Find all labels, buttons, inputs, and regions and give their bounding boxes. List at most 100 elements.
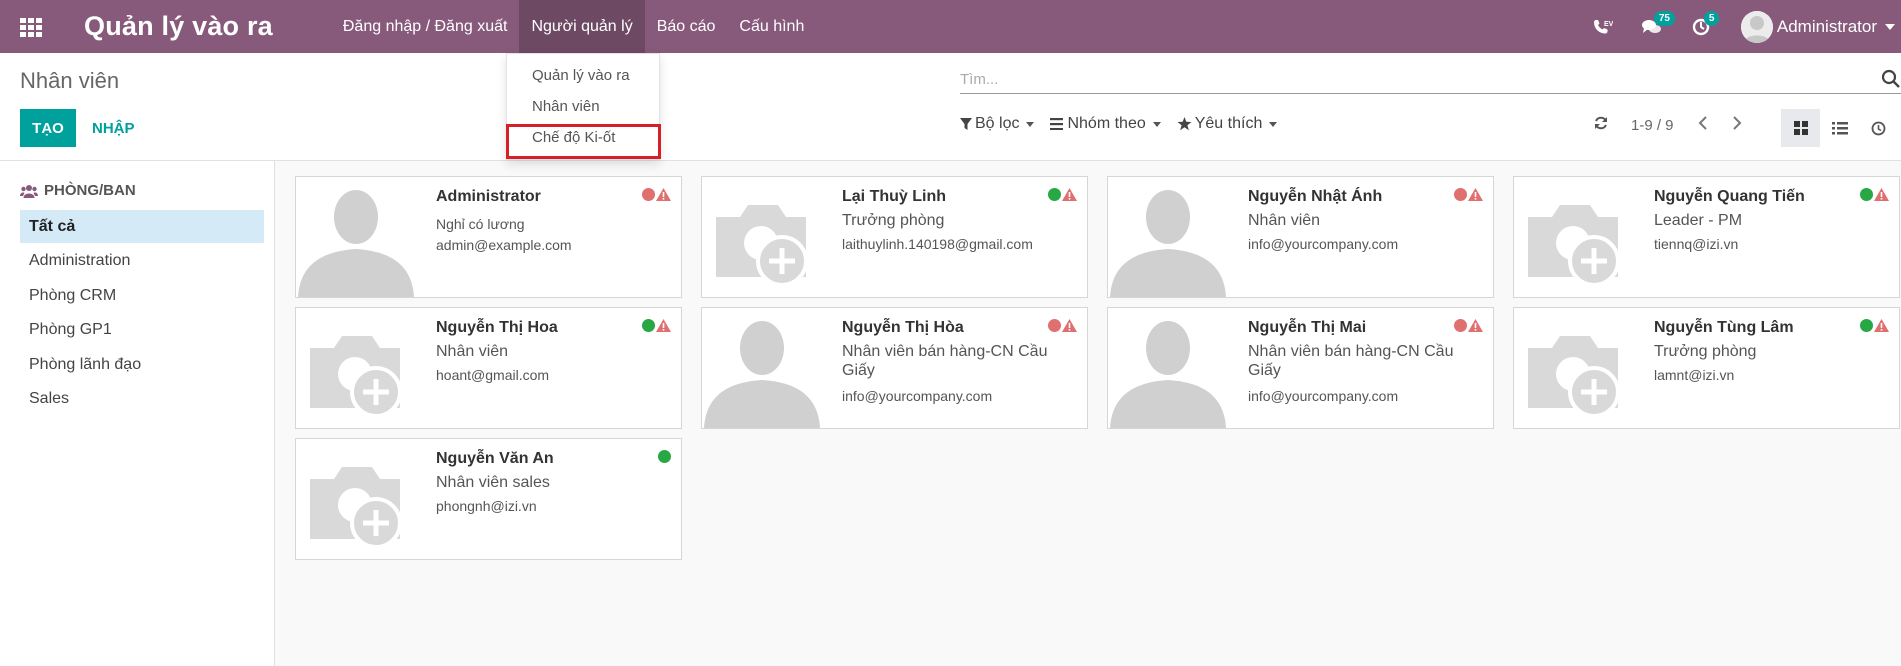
employee-name: Nguyễn Thị Hòa [842,319,964,336]
presence-dot-icon [642,319,655,332]
view-switcher [1781,109,1898,147]
employee-email: info@yourcompany.com [842,388,993,404]
menu-manager[interactable]: Người quản lý [519,0,645,53]
search-bar [960,66,1901,94]
employee-status [642,188,671,201]
warning-icon [656,188,671,201]
employee-photo [1108,177,1228,297]
pager-value[interactable]: 1-9 / 9 [1631,117,1674,134]
bars-icon [1050,118,1064,130]
refresh-icon[interactable] [1593,115,1609,135]
employee-card[interactable]: Administrator Nghỉ có lương admin@example.… [295,176,682,298]
pager-next-icon[interactable] [1732,115,1742,135]
menu-configuration[interactable]: Cấu hình [727,0,816,53]
employee-card[interactable]: Nguyễn Tùng Lâm Trưởng phòng lamnt@izi.vn [1513,307,1900,429]
warning-icon [1468,188,1483,201]
kiosk-mode-highlight-box [506,124,661,159]
employee-status [1860,188,1889,201]
user-menu[interactable]: Administrator [1740,10,1901,43]
main-content: PHÒNG/BAN Tất cả Administration Phòng CR… [0,160,1901,666]
menu-reports[interactable]: Báo cáo [645,0,728,53]
employee-email: admin@example.com [436,237,572,253]
employee-job-title: Trưởng phòng [1654,343,1757,360]
pager-previous-icon[interactable] [1698,115,1708,135]
chevron-down-icon [1885,23,1895,30]
employee-job-title: Nghỉ có lương [436,216,525,232]
presence-dot-icon [658,450,671,463]
warning-icon [1062,319,1077,332]
employee-name: Nguyễn Thị Mai [1248,319,1367,336]
employee-email: laithuylinh.140198@gmail.com [842,236,1033,252]
employee-card[interactable]: Lại Thuỳ Linh Trưởng phòng laithuylinh.140… [701,176,1088,298]
employee-status [1454,319,1483,332]
sidebar-item-all[interactable]: Tất cả [20,210,264,243]
presence-dot-icon [642,188,655,201]
filter-icon [960,117,972,130]
employee-card[interactable]: Nguyễn Văn An Nhân viên sales phongnh@izi.… [295,438,682,560]
employee-email: info@yourcompany.com [1248,236,1399,252]
employee-job-title: Nhân viên sales [436,474,550,491]
presence-dot-icon [1048,188,1061,201]
search-input[interactable] [960,66,1860,92]
warning-icon [656,319,671,332]
employee-status [1048,188,1077,201]
messages-icon[interactable]: 75 [1627,0,1677,53]
page-title: Nhân viên [20,68,120,93]
presence-dot-icon [1860,188,1873,201]
warning-icon [1062,188,1077,201]
list-view-icon[interactable] [1820,109,1859,147]
apps-menu-icon[interactable] [0,0,62,53]
pager: 1-9 / 9 [1593,115,1742,135]
create-button[interactable]: TẠO [20,109,76,147]
menu-item-attendances[interactable]: Quản lý vào ra [507,60,659,91]
employee-status [1454,188,1483,201]
favorites-dropdown[interactable]: Yêu thích [1177,115,1278,133]
employee-status [642,319,671,332]
group-by-dropdown[interactable]: Nhóm theo [1050,115,1161,133]
warning-icon [1874,188,1889,201]
sidebar-item-crm[interactable]: Phòng CRM [20,279,264,312]
employee-name: Nguyễn Tùng Lâm [1654,319,1794,336]
import-button[interactable]: NHẬP [92,109,135,147]
employee-status [1048,319,1077,332]
employee-email: tiennq@izi.vn [1654,236,1739,252]
activity-view-icon[interactable] [1859,109,1898,147]
search-icon[interactable] [1881,69,1901,94]
filters-dropdown[interactable]: Bộ lọc [960,115,1035,133]
employee-email: info@yourcompany.com [1248,388,1399,404]
employee-name: Administrator [436,188,541,205]
employee-photo [702,308,822,428]
employee-photo [296,177,416,297]
user-name: Administrator [1776,16,1877,36]
employee-job-title: Nhân viên [436,343,509,360]
camera-placeholder-icon [296,439,416,559]
employee-card[interactable]: Nguyễn Quang Tiến Leader - PM tiennq@izi.v… [1513,176,1900,298]
employee-card[interactable]: Nguyễn Thị Hoa Nhân viên hoant@gmail.com [295,307,682,429]
employee-job-title: Nhân viên bán hàng-CN Cầu Giấy [1248,343,1454,379]
warning-icon [1468,319,1483,332]
activities-clock-icon[interactable]: 5 [1677,0,1727,53]
sidebar-item-sales[interactable]: Sales [20,382,264,415]
sidebar-item-administration[interactable]: Administration [20,244,264,277]
employee-name: Nguyễn Văn An [436,450,554,467]
employee-card[interactable]: Nguyễn Thị Mai Nhân viên bán hàng-CN Cầu … [1107,307,1494,429]
menu-checkin-checkout[interactable]: Đăng nhập / Đăng xuất [331,0,520,53]
employee-card[interactable]: Nguyễn Nhật Ánh Nhân viên info@yourcompany… [1107,176,1494,298]
avatar [1740,10,1773,43]
sidebar-item-gp1[interactable]: Phòng GP1 [20,313,264,346]
group-by-label: Nhóm theo [1067,115,1146,132]
kanban-view-icon[interactable] [1781,109,1820,147]
employee-card[interactable]: Nguyễn Thị Hòa Nhân viên bán hàng-CN Cầu … [701,307,1088,429]
phone-icon[interactable]: EV [1577,0,1627,53]
employee-job-title: Trưởng phòng [842,212,945,229]
top-navbar: Quản lý vào ra Đăng nhập / Đăng xuất Ngư… [0,0,1901,53]
svg-text:EV: EV [1604,21,1613,28]
sidebar-header: PHÒNG/BAN [20,182,136,199]
menu-item-employees[interactable]: Nhân viên [507,91,659,122]
sidebar-item-leadership[interactable]: Phòng lãnh đạo [20,348,264,381]
messages-badge: 75 [1653,11,1675,26]
app-brand[interactable]: Quản lý vào ra [84,11,273,42]
department-sidebar: PHÒNG/BAN Tất cả Administration Phòng CR… [0,161,275,666]
warning-icon [1874,319,1889,332]
employee-name: Nguyễn Nhật Ánh [1248,188,1383,205]
